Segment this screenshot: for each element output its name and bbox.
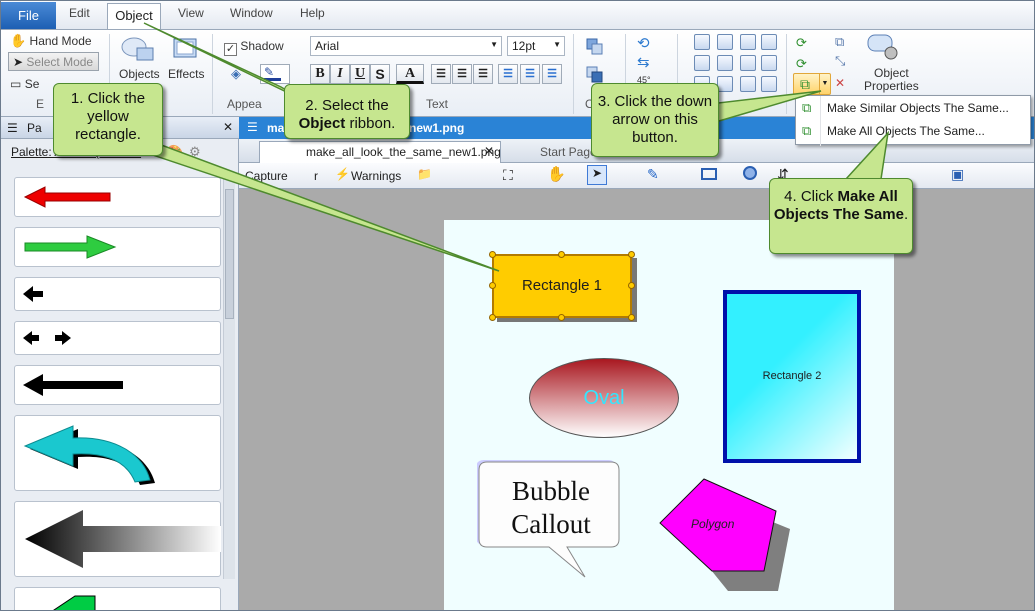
callout-step-2-post: ribbon. — [349, 115, 396, 132]
callout-step-4-post: . — [903, 206, 909, 223]
callout-step-4-pre: 4. Click — [784, 188, 834, 205]
callout-step-3-text: 3. Click the down arrow on this button. — [597, 93, 713, 146]
callout-step-2-bold: Object — [298, 115, 346, 132]
callout-step-1-text: 1. Click the yellow rectangle. — [70, 90, 146, 143]
callout-step-4-text: 4. Click Make All Objects The Same. — [773, 188, 909, 224]
callout-step-2-pre: 2. Select the — [305, 97, 389, 114]
app-window: File Edit Object View Window Help ✋ Hand… — [0, 0, 1035, 611]
callout-step-2-text: 2. Select the Object ribbon. — [284, 97, 410, 133]
